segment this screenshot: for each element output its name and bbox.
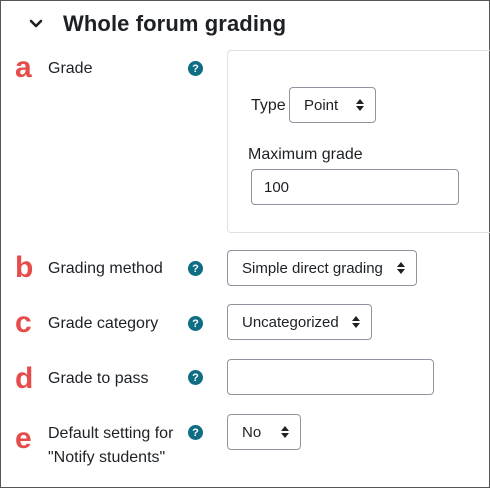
grade-to-pass-input[interactable] [227, 359, 434, 395]
grading-method-help-icon[interactable]: ? [188, 261, 203, 276]
grade-label: Grade [48, 60, 93, 77]
section-title: Whole forum grading [63, 11, 287, 36]
maximum-grade-value: 100 [264, 178, 290, 196]
section-header[interactable]: Whole forum grading [29, 7, 286, 41]
maximum-grade-input[interactable]: 100 [251, 169, 459, 205]
grading-method-label: Grading method [48, 260, 163, 277]
notify-students-value: No [242, 423, 262, 441]
grade-type-select[interactable]: Point [289, 87, 376, 123]
maximum-grade-label: Maximum grade [248, 146, 363, 163]
badge-a: a [15, 51, 32, 84]
badge-c: c [15, 306, 32, 339]
grade-type-label: Type [251, 97, 286, 114]
grade-fieldset: Type Point Maximum grade 100 [227, 50, 490, 233]
notify-students-help-icon[interactable]: ? [188, 425, 203, 440]
select-caret-icon [352, 316, 360, 328]
form-frame: Whole forum grading a b c d e Grade ? Ty… [0, 0, 490, 488]
notify-students-select[interactable]: No [227, 414, 301, 450]
badge-b: b [15, 251, 34, 284]
grading-method-value: Simple direct grading [242, 259, 383, 277]
select-caret-icon [397, 262, 405, 274]
chevron-down-icon[interactable] [29, 17, 43, 31]
grade-category-help-icon[interactable]: ? [188, 316, 203, 331]
select-caret-icon [356, 99, 364, 111]
grade-to-pass-help-icon[interactable]: ? [188, 370, 203, 385]
grade-help-icon[interactable]: ? [188, 61, 203, 76]
grading-method-select[interactable]: Simple direct grading [227, 250, 417, 286]
grade-to-pass-label: Grade to pass [48, 370, 149, 387]
notify-students-label-line1: Default setting for [48, 425, 174, 442]
select-caret-icon [281, 426, 289, 438]
notify-students-label-line2: "Notify students" [48, 449, 166, 466]
grade-category-label: Grade category [48, 315, 159, 332]
grade-category-value: Uncategorized [242, 313, 339, 331]
grade-category-select[interactable]: Uncategorized [227, 304, 372, 340]
grade-type-value: Point [304, 96, 339, 114]
badge-e: e [15, 422, 32, 455]
badge-d: d [15, 362, 34, 395]
